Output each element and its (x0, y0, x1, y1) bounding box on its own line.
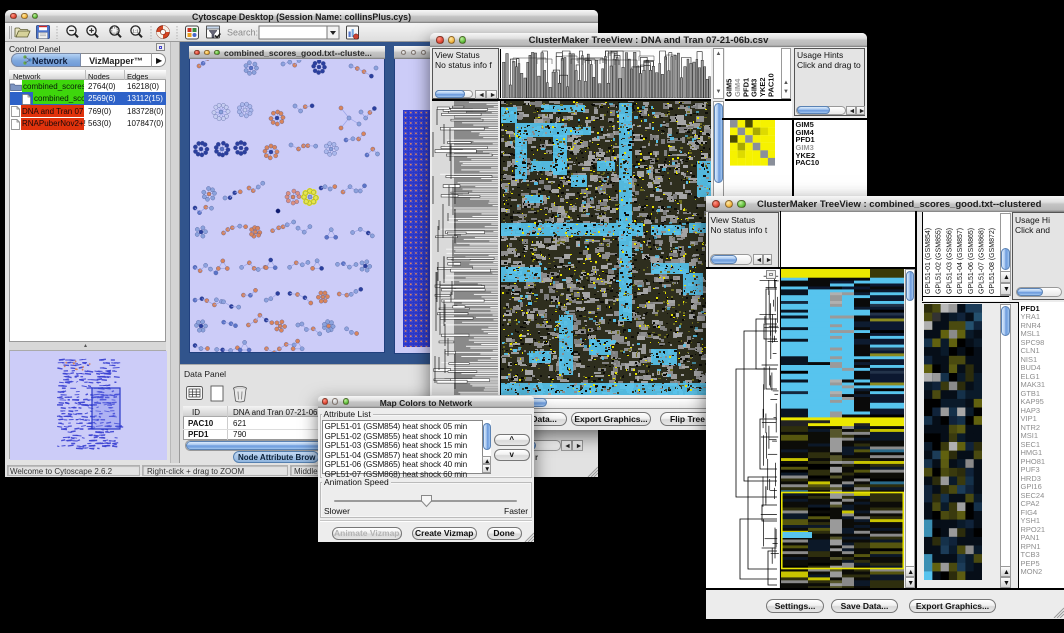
svg-text:Search:: Search: (227, 27, 258, 37)
svg-text:1:1: 1:1 (132, 28, 139, 33)
